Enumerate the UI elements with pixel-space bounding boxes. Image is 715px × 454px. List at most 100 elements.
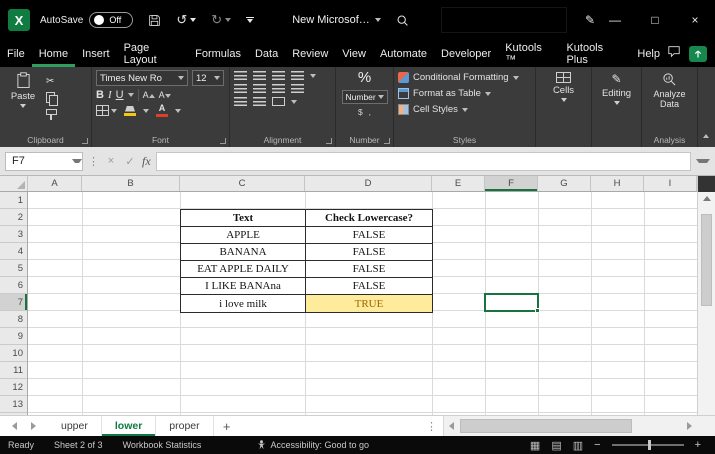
tab-page-layout[interactable]: Page Layout	[117, 40, 189, 67]
cells-grid[interactable]: Text Check Lowercase? APPLE FALSE BANANA…	[28, 192, 697, 415]
comma-style-button[interactable]: ,	[369, 107, 371, 117]
tab-help[interactable]: Help	[630, 40, 667, 67]
increase-indent-icon[interactable]	[253, 97, 266, 106]
conditional-formatting-button[interactable]: Conditional Formatting	[398, 72, 531, 83]
share-button[interactable]	[689, 46, 707, 62]
align-middle-icon[interactable]	[253, 71, 266, 80]
analyze-data-button[interactable]: Analyze Data	[646, 89, 693, 110]
tab-bar-splitter[interactable]: ⋮	[420, 416, 443, 436]
name-box[interactable]: F7	[5, 152, 83, 171]
tab-data[interactable]: Data	[248, 40, 285, 67]
font-color-button[interactable]: A	[156, 104, 168, 117]
cancel-button[interactable]: ×	[104, 155, 118, 167]
number-format-combo[interactable]: Number	[342, 90, 388, 104]
close-button[interactable]: ×	[675, 0, 715, 40]
font-dialog-launcher-icon[interactable]	[220, 138, 226, 144]
sheet-tab-upper[interactable]: upper	[48, 416, 102, 436]
column-header-i[interactable]: I	[644, 176, 697, 191]
undo-button[interactable]: ↺	[176, 12, 196, 28]
zoom-in-button[interactable]: +	[695, 439, 701, 451]
tab-view[interactable]: View	[335, 40, 373, 67]
row-header-12[interactable]: 12	[0, 379, 27, 396]
vertical-scrollbar[interactable]	[697, 176, 715, 415]
alignment-dialog-launcher-icon[interactable]	[326, 138, 332, 144]
row-header-7[interactable]: 7	[0, 294, 27, 311]
tab-file[interactable]: File	[0, 40, 32, 67]
clipboard-dialog-launcher-icon[interactable]	[82, 138, 88, 144]
row-header-13[interactable]: 13	[0, 396, 27, 413]
column-header-d[interactable]: D	[305, 176, 432, 191]
select-all-corner[interactable]	[0, 176, 28, 191]
shrink-font-button[interactable]: A	[159, 90, 171, 100]
cell-c7[interactable]: i love milk	[181, 295, 306, 312]
sheet-tab-scroll-right-icon[interactable]	[31, 422, 36, 430]
merge-center-icon[interactable]	[272, 97, 285, 106]
fill-color-button[interactable]	[124, 106, 136, 116]
tab-kutools[interactable]: Kutools ™	[498, 40, 559, 67]
page-break-view-icon[interactable]: ▥	[573, 439, 583, 452]
number-dialog-launcher-icon[interactable]	[384, 138, 390, 144]
insert-function-button[interactable]: fx	[142, 154, 151, 169]
cut-button[interactable]: ✂	[46, 75, 57, 87]
sheet-tab-lower[interactable]: lower	[102, 416, 156, 436]
tab-review[interactable]: Review	[285, 40, 335, 67]
enter-button[interactable]: ✓	[123, 155, 137, 168]
comments-button[interactable]	[667, 45, 681, 63]
align-center-icon[interactable]	[253, 84, 266, 93]
row-header-8[interactable]: 8	[0, 311, 27, 328]
vertical-scroll-thumb[interactable]	[701, 214, 712, 306]
font-size-combo[interactable]: 12	[192, 70, 224, 86]
tab-insert[interactable]: Insert	[75, 40, 117, 67]
tab-automate[interactable]: Automate	[373, 40, 434, 67]
sheet-tab-scroll-left-icon[interactable]	[12, 422, 17, 430]
fill-handle[interactable]	[535, 308, 540, 313]
scrollbar-split-box[interactable]	[698, 176, 715, 192]
cell-d4[interactable]: FALSE	[306, 244, 432, 260]
redo-button[interactable]: ↻	[211, 12, 231, 28]
page-layout-view-icon[interactable]: ▤	[551, 439, 561, 452]
column-header-e[interactable]: E	[432, 176, 485, 191]
autosave-toggle[interactable]: Off	[89, 12, 133, 28]
align-top-icon[interactable]	[234, 71, 247, 80]
paste-button[interactable]: Paste	[4, 70, 42, 133]
search-button[interactable]	[396, 14, 409, 27]
cell-d7-highlighted[interactable]: TRUE	[306, 295, 432, 312]
column-header-a[interactable]: A	[28, 176, 82, 191]
zoom-slider[interactable]	[612, 444, 684, 446]
cell-c2[interactable]: Text	[181, 210, 306, 226]
cell-styles-button[interactable]: Cell Styles	[398, 104, 531, 115]
horizontal-scrollbar[interactable]	[443, 416, 697, 436]
row-header-1[interactable]: 1	[0, 192, 27, 209]
formula-bar-splitter[interactable]: ⋮	[88, 155, 99, 168]
cell-c6[interactable]: I LIKE BANAna	[181, 278, 306, 294]
grow-font-button[interactable]: A	[143, 90, 155, 100]
column-header-f[interactable]: F	[485, 176, 538, 191]
draw-pen-icon[interactable]: ✎	[585, 13, 595, 27]
accessibility-status[interactable]: Accessibility: Good to go	[257, 440, 369, 450]
row-header-10[interactable]: 10	[0, 345, 27, 362]
cell-c4[interactable]: BANANA	[181, 244, 306, 260]
wrap-text-icon[interactable]	[291, 84, 304, 93]
align-bottom-icon[interactable]	[272, 71, 285, 80]
scroll-left-icon[interactable]	[449, 422, 454, 430]
column-header-b[interactable]: B	[82, 176, 180, 191]
tab-formulas[interactable]: Formulas	[188, 40, 248, 67]
orientation-icon[interactable]	[291, 71, 304, 80]
tab-home[interactable]: Home	[32, 40, 75, 67]
horizontal-scroll-thumb[interactable]	[460, 419, 632, 433]
borders-button[interactable]	[96, 105, 117, 116]
row-header-5[interactable]: 5	[0, 260, 27, 277]
copy-button[interactable]	[46, 92, 57, 104]
decrease-indent-icon[interactable]	[234, 97, 247, 106]
row-header-11[interactable]: 11	[0, 362, 27, 379]
cell-c5[interactable]: EAT APPLE DAILY	[181, 261, 306, 277]
cells-button[interactable]: Cells	[553, 85, 574, 96]
row-header-6[interactable]: 6	[0, 277, 27, 294]
window-title[interactable]: New Microsof…	[292, 14, 381, 26]
tab-kutools-plus[interactable]: Kutools Plus	[559, 40, 630, 67]
scroll-right-icon[interactable]	[687, 422, 692, 430]
workbook-statistics-button[interactable]: Workbook Statistics	[123, 440, 202, 450]
currency-format-button[interactable]: $	[358, 107, 363, 117]
zoom-slider-thumb[interactable]	[648, 440, 651, 450]
cell-d5[interactable]: FALSE	[306, 261, 432, 277]
